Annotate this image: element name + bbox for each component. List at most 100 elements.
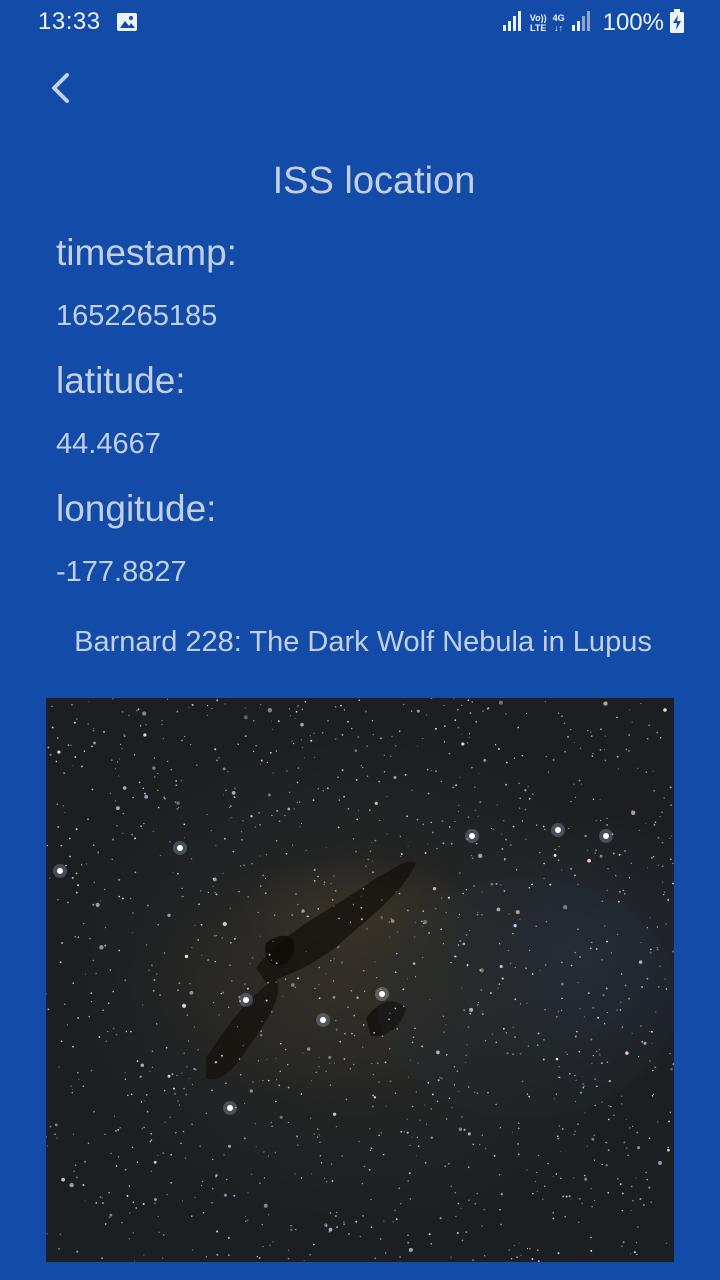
star [330, 1163, 333, 1165]
star [107, 1031, 109, 1033]
star [584, 1177, 588, 1181]
star [552, 1217, 555, 1220]
star [492, 828, 495, 830]
star [497, 987, 499, 989]
star [467, 1132, 471, 1136]
star [617, 768, 619, 770]
star [444, 1165, 446, 1167]
star [583, 1174, 586, 1177]
star [360, 765, 362, 767]
star [328, 1230, 331, 1233]
star [628, 734, 630, 736]
star [177, 1100, 179, 1102]
star [335, 1019, 337, 1022]
star [574, 874, 576, 877]
star [244, 983, 246, 985]
star [465, 934, 468, 936]
star [545, 755, 547, 758]
star [474, 1091, 476, 1094]
star [294, 1173, 296, 1175]
star [465, 889, 468, 891]
star [333, 1062, 335, 1064]
star [184, 837, 186, 839]
star [623, 1141, 626, 1144]
star [547, 1162, 549, 1165]
star [123, 734, 125, 736]
star [642, 1204, 645, 1206]
star [430, 821, 432, 824]
star [514, 1036, 516, 1039]
star [211, 1201, 213, 1204]
star [394, 971, 397, 974]
star [190, 858, 193, 860]
star [116, 761, 119, 763]
star [607, 1118, 610, 1121]
star [579, 747, 581, 749]
star [544, 964, 547, 966]
star [64, 1003, 66, 1006]
star [543, 1185, 546, 1187]
star [577, 1123, 579, 1125]
star [190, 743, 192, 745]
back-button[interactable] [36, 66, 84, 114]
star [175, 1132, 177, 1134]
star [505, 838, 507, 841]
bright-star [469, 833, 475, 839]
star [229, 818, 231, 820]
star [518, 782, 520, 785]
star [607, 1191, 610, 1194]
bright-star [320, 1017, 326, 1023]
star [638, 960, 643, 964]
star [378, 1134, 380, 1137]
star [142, 711, 147, 716]
star [457, 944, 460, 946]
star [325, 1181, 328, 1183]
star [477, 815, 479, 817]
star [313, 1133, 315, 1135]
star [313, 732, 315, 734]
star [596, 1050, 598, 1052]
star [378, 1081, 380, 1083]
star [104, 1133, 106, 1136]
star [453, 1084, 456, 1086]
star [541, 1198, 544, 1201]
star [199, 890, 202, 892]
star [584, 834, 587, 838]
star [669, 1052, 671, 1055]
star [419, 1119, 421, 1121]
star [450, 961, 452, 964]
star [167, 1074, 171, 1078]
star [369, 809, 371, 811]
star [212, 1188, 214, 1190]
star [656, 947, 658, 949]
star [331, 899, 334, 901]
star [491, 1033, 494, 1035]
star [157, 789, 159, 792]
star [656, 926, 659, 928]
star [124, 1168, 127, 1171]
star [93, 727, 95, 729]
star [57, 737, 59, 739]
star [101, 1197, 103, 1199]
star [266, 1058, 268, 1061]
star [184, 1157, 187, 1159]
star [279, 1070, 281, 1072]
star [672, 862, 674, 865]
star [536, 1044, 539, 1047]
star [591, 1062, 593, 1065]
star [132, 912, 134, 915]
star [661, 811, 664, 814]
star [300, 822, 303, 825]
star [90, 1000, 93, 1003]
star [318, 966, 321, 969]
star [384, 1061, 387, 1064]
star [143, 822, 145, 825]
star [457, 726, 460, 729]
star [222, 921, 227, 927]
star [573, 783, 575, 785]
star [631, 1032, 633, 1034]
star [430, 1243, 433, 1245]
star [258, 706, 260, 708]
star [621, 1192, 624, 1195]
star [150, 1170, 153, 1172]
